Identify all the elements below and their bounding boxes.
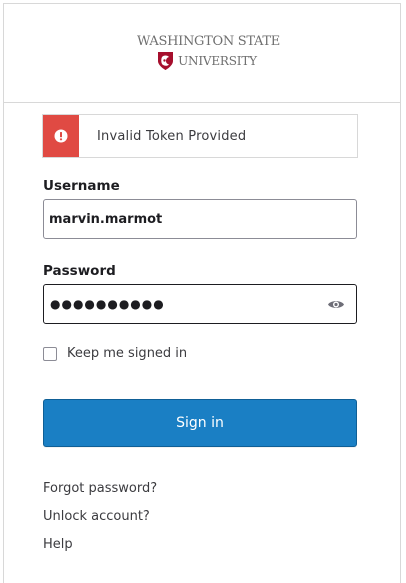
keep-signed-in-label[interactable]: Keep me signed in	[67, 346, 187, 361]
help-link[interactable]: Help	[43, 537, 73, 552]
username-label: Username	[43, 178, 120, 194]
keep-signed-in-checkbox[interactable]	[43, 346, 57, 361]
sign-in-button[interactable]: Sign in	[43, 399, 357, 447]
unlock-account-link[interactable]: Unlock account?	[43, 509, 150, 524]
eye-icon[interactable]	[327, 298, 345, 311]
wsu-logo: WASHINGTON STATE UNIVERSITY	[137, 34, 280, 71]
password-value: ●●●●●●●●●●	[50, 297, 165, 311]
username-field[interactable]: marvin.marmot	[43, 199, 357, 239]
logo-line1: WASHINGTON STATE	[137, 34, 280, 49]
username-value: marvin.marmot	[49, 211, 163, 227]
shield-icon	[158, 52, 174, 70]
keep-signed-in-row[interactable]: Keep me signed in	[43, 346, 187, 361]
forgot-password-link[interactable]: Forgot password?	[43, 481, 157, 496]
exclamation-circle-icon	[54, 129, 68, 143]
error-alert: Invalid Token Provided	[42, 114, 358, 158]
password-label: Password	[43, 263, 116, 279]
logo-line2: UNIVERSITY	[178, 54, 257, 68]
password-field[interactable]: ●●●●●●●●●●	[43, 284, 357, 324]
error-message: Invalid Token Provided	[97, 128, 247, 144]
login-header: WASHINGTON STATE UNIVERSITY	[4, 4, 400, 103]
